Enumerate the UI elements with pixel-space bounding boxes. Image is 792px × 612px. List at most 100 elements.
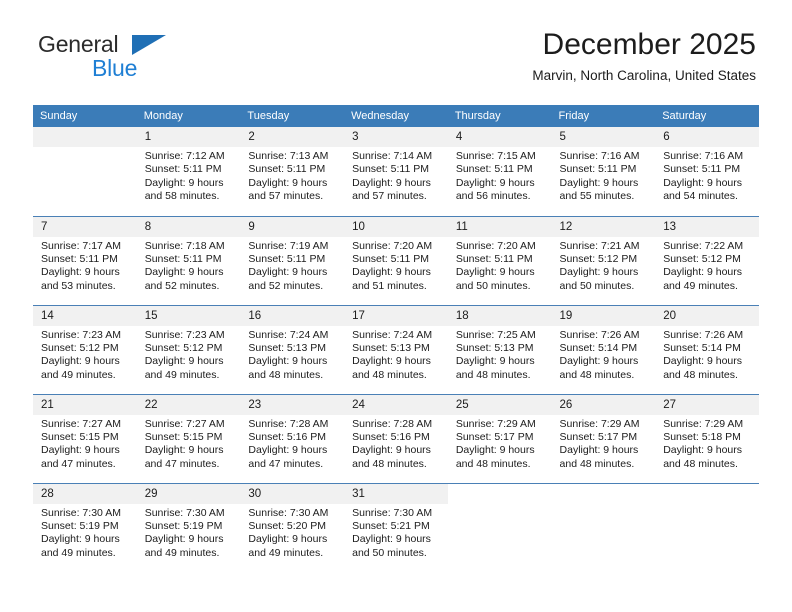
day-info: Sunrise: 7:21 AM Sunset: 5:12 PM Daylight:… bbox=[552, 237, 656, 294]
sunset-text: Sunset: 5:11 PM bbox=[352, 252, 429, 265]
daylight-text-line2: and 50 minutes. bbox=[559, 279, 635, 292]
calendar-day-cell[interactable]: 10 Sunrise: 7:20 AM Sunset: 5:11 PM Dayligh… bbox=[344, 215, 448, 305]
calendar-day-cell[interactable]: 9 Sunrise: 7:19 AM Sunset: 5:11 PM Daylight… bbox=[240, 215, 345, 305]
sunrise-text: Sunrise: 7:13 AM bbox=[248, 150, 329, 162]
calendar-day-cell[interactable]: 30 Sunrise: 7:30 AM Sunset: 5:20 PM Dayligh… bbox=[240, 482, 345, 572]
calendar-day-cell[interactable]: 31 Sunrise: 7:30 AM Sunset: 5:21 PM Dayligh… bbox=[344, 482, 448, 572]
day-cell-inner: 27 Sunrise: 7:29 AM Sunset: 5:18 PM Dayligh… bbox=[655, 394, 759, 483]
calendar-day-cell[interactable]: 23 Sunrise: 7:28 AM Sunset: 5:16 PM Dayligh… bbox=[240, 393, 345, 483]
day-info: Sunrise: 7:29 AM Sunset: 5:17 PM Daylight:… bbox=[448, 415, 552, 472]
day-info: Sunrise: 7:30 AM Sunset: 5:20 PM Daylight:… bbox=[240, 504, 344, 561]
calendar-day-cell[interactable] bbox=[33, 127, 137, 216]
daylight-text-line2: and 48 minutes. bbox=[663, 457, 738, 470]
calendar-day-cell[interactable]: 29 Sunrise: 7:30 AM Sunset: 5:19 PM Dayligh… bbox=[136, 482, 241, 573]
calendar-day-cell[interactable]: 21 Sunrise: 7:27 AM Sunset: 5:15 PM Dayligh… bbox=[33, 393, 137, 483]
day-info: Sunrise: 7:16 AM Sunset: 5:11 PM Daylight:… bbox=[655, 147, 759, 204]
calendar-day-cell[interactable]: 11 Sunrise: 7:20 AM Sunset: 5:11 PM Dayligh… bbox=[447, 215, 552, 305]
day-number: 16 bbox=[240, 305, 345, 326]
daylight-text-line2: and 52 minutes. bbox=[144, 279, 220, 292]
day-info: Sunrise: 7:12 AM Sunset: 5:11 PM Daylight:… bbox=[137, 147, 241, 204]
daylight-text-line2: and 52 minutes. bbox=[248, 279, 324, 292]
day-info: Sunrise: 7:14 AM Sunset: 5:11 PM Daylight:… bbox=[344, 147, 448, 204]
sunset-text: Sunset: 5:11 PM bbox=[41, 252, 118, 265]
day-number: 1 bbox=[136, 127, 241, 147]
sunset-text: Sunset: 5:11 PM bbox=[455, 252, 533, 265]
calendar-day-cell[interactable]: 22 Sunrise: 7:27 AM Sunset: 5:15 PM Dayligh… bbox=[136, 393, 241, 483]
day-info: Sunrise: 7:24 AM Sunset: 5:13 PM Daylight:… bbox=[344, 326, 448, 383]
calendar-day-cell[interactable]: 6 Sunrise: 7:16 AM Sunset: 5:11 PM Daylight… bbox=[655, 127, 759, 216]
general-blue-logo[interactable]: General Blue bbox=[38, 33, 218, 83]
day-number: 18 bbox=[447, 305, 552, 326]
daylight-text-line1: Daylight: 9 hours bbox=[352, 355, 431, 368]
logo-text-blue: Blue bbox=[92, 55, 138, 81]
calendar-day-cell[interactable]: 20 Sunrise: 7:26 AM Sunset: 5:14 PM Dayligh… bbox=[655, 304, 759, 394]
daylight-text-line1: Daylight: 9 hours bbox=[41, 355, 120, 368]
calendar-day-cell[interactable]: 18 Sunrise: 7:25 AM Sunset: 5:13 PM Dayligh… bbox=[447, 304, 552, 394]
sunrise-text: Sunrise: 7:25 AM bbox=[455, 328, 536, 341]
day-cell-inner: 4 Sunrise: 7:15 AM Sunset: 5:11 PM Daylight… bbox=[447, 127, 552, 216]
day-cell-inner: 22 Sunrise: 7:27 AM Sunset: 5:15 PM Dayligh… bbox=[136, 394, 241, 483]
calendar-day-cell[interactable]: 5 Sunrise: 7:16 AM Sunset: 5:11 PM Daylight… bbox=[551, 127, 656, 216]
calendar-day-cell[interactable]: 12 Sunrise: 7:21 AM Sunset: 5:12 PM Dayligh… bbox=[551, 215, 656, 305]
calendar-day-cell[interactable]: 19 Sunrise: 7:26 AM Sunset: 5:14 PM Dayligh… bbox=[551, 304, 656, 394]
day-cell-inner: 5 Sunrise: 7:16 AM Sunset: 5:11 PM Daylight… bbox=[551, 127, 656, 216]
calendar-day-cell[interactable] bbox=[447, 482, 552, 572]
day-info bbox=[655, 504, 759, 507]
sunrise-text: Sunrise: 7:27 AM bbox=[144, 417, 225, 430]
weekday-header-monday: Monday bbox=[136, 105, 241, 127]
day-info: Sunrise: 7:30 AM Sunset: 5:19 PM Daylight:… bbox=[33, 504, 137, 561]
day-number: 10 bbox=[344, 216, 448, 237]
day-number: 7 bbox=[33, 216, 137, 237]
day-info bbox=[33, 147, 137, 150]
sunset-text: Sunset: 5:11 PM bbox=[663, 163, 741, 176]
calendar-day-cell[interactable]: 16 Sunrise: 7:24 AM Sunset: 5:13 PM Dayligh… bbox=[240, 304, 345, 394]
calendar-day-cell[interactable]: 13 Sunrise: 7:22 AM Sunset: 5:12 PM Dayligh… bbox=[655, 215, 759, 305]
weekday-header-wednesday: Wednesday bbox=[344, 105, 448, 127]
daylight-text-line1: Daylight: 9 hours bbox=[41, 444, 120, 457]
calendar-day-cell[interactable] bbox=[551, 482, 656, 573]
calendar-day-cell[interactable]: 25 Sunrise: 7:29 AM Sunset: 5:17 PM Dayligh… bbox=[447, 393, 552, 483]
day-number: 2 bbox=[240, 127, 345, 147]
calendar-week-row: 21 Sunrise: 7:27 AM Sunset: 5:15 PM Dayligh… bbox=[33, 393, 759, 483]
daylight-text-line1: Daylight: 9 hours bbox=[144, 266, 224, 279]
day-cell-inner: 29 Sunrise: 7:30 AM Sunset: 5:19 PM Dayligh… bbox=[136, 483, 241, 573]
daylight-text-line2: and 48 minutes. bbox=[352, 457, 427, 470]
daylight-text-line1: Daylight: 9 hours bbox=[144, 444, 224, 457]
calendar-day-cell[interactable]: 4 Sunrise: 7:15 AM Sunset: 5:11 PM Daylight… bbox=[447, 127, 552, 216]
calendar-day-cell[interactable]: 7 Sunrise: 7:17 AM Sunset: 5:11 PM Daylight… bbox=[33, 215, 137, 305]
day-info: Sunrise: 7:20 AM Sunset: 5:11 PM Daylight:… bbox=[344, 237, 448, 294]
calendar-day-cell[interactable]: 27 Sunrise: 7:29 AM Sunset: 5:18 PM Dayligh… bbox=[655, 393, 759, 483]
page-subtitle: Marvin, North Carolina, United States bbox=[532, 68, 756, 83]
calendar-day-cell[interactable]: 28 Sunrise: 7:30 AM Sunset: 5:19 PM Dayligh… bbox=[33, 482, 137, 572]
calendar-page: General Blue December 2025 Marvin, North… bbox=[0, 0, 792, 612]
daylight-text-line1: Daylight: 9 hours bbox=[663, 266, 743, 279]
daylight-text-line2: and 48 minutes. bbox=[559, 368, 635, 381]
calendar-day-cell[interactable]: 15 Sunrise: 7:23 AM Sunset: 5:12 PM Dayligh… bbox=[136, 304, 241, 394]
calendar-day-cell[interactable]: 1 Sunrise: 7:12 AM Sunset: 5:11 PM Daylight… bbox=[136, 127, 241, 216]
day-info: Sunrise: 7:19 AM Sunset: 5:11 PM Daylight:… bbox=[240, 237, 344, 294]
day-info: Sunrise: 7:17 AM Sunset: 5:11 PM Daylight:… bbox=[33, 237, 137, 294]
sunrise-text: Sunrise: 7:23 AM bbox=[144, 328, 225, 341]
calendar-day-cell[interactable]: 3 Sunrise: 7:14 AM Sunset: 5:11 PM Daylight… bbox=[344, 127, 448, 216]
weekday-header-sunday: Sunday bbox=[33, 105, 137, 127]
day-number: 12 bbox=[551, 216, 656, 237]
logo-triangle-icon bbox=[132, 35, 166, 55]
day-cell-inner: 15 Sunrise: 7:23 AM Sunset: 5:12 PM Dayligh… bbox=[136, 305, 241, 394]
calendar-day-cell[interactable]: 14 Sunrise: 7:23 AM Sunset: 5:12 PM Dayligh… bbox=[33, 304, 137, 394]
calendar-day-cell[interactable]: 8 Sunrise: 7:18 AM Sunset: 5:11 PM Daylight… bbox=[136, 215, 241, 305]
daylight-text-line2: and 49 minutes. bbox=[663, 279, 738, 292]
day-cell-inner: 21 Sunrise: 7:27 AM Sunset: 5:15 PM Dayligh… bbox=[33, 394, 137, 483]
calendar-day-cell[interactable] bbox=[655, 482, 759, 572]
sunset-text: Sunset: 5:17 PM bbox=[455, 430, 534, 443]
calendar-day-cell[interactable]: 17 Sunrise: 7:24 AM Sunset: 5:13 PM Dayligh… bbox=[344, 304, 448, 394]
calendar-day-cell[interactable]: 2 Sunrise: 7:13 AM Sunset: 5:11 PM Daylight… bbox=[240, 127, 345, 216]
page-header: General Blue December 2025 Marvin, North… bbox=[0, 0, 792, 83]
day-info: Sunrise: 7:25 AM Sunset: 5:13 PM Daylight:… bbox=[448, 326, 552, 383]
day-number: 15 bbox=[136, 305, 241, 326]
calendar-day-cell[interactable]: 26 Sunrise: 7:29 AM Sunset: 5:17 PM Dayligh… bbox=[551, 393, 656, 483]
sunset-text: Sunset: 5:13 PM bbox=[352, 341, 430, 354]
sunrise-text: Sunrise: 7:30 AM bbox=[41, 506, 121, 519]
daylight-text-line1: Daylight: 9 hours bbox=[248, 355, 328, 368]
calendar-day-cell[interactable]: 24 Sunrise: 7:28 AM Sunset: 5:16 PM Dayligh… bbox=[344, 393, 448, 483]
day-cell-inner bbox=[551, 483, 656, 573]
